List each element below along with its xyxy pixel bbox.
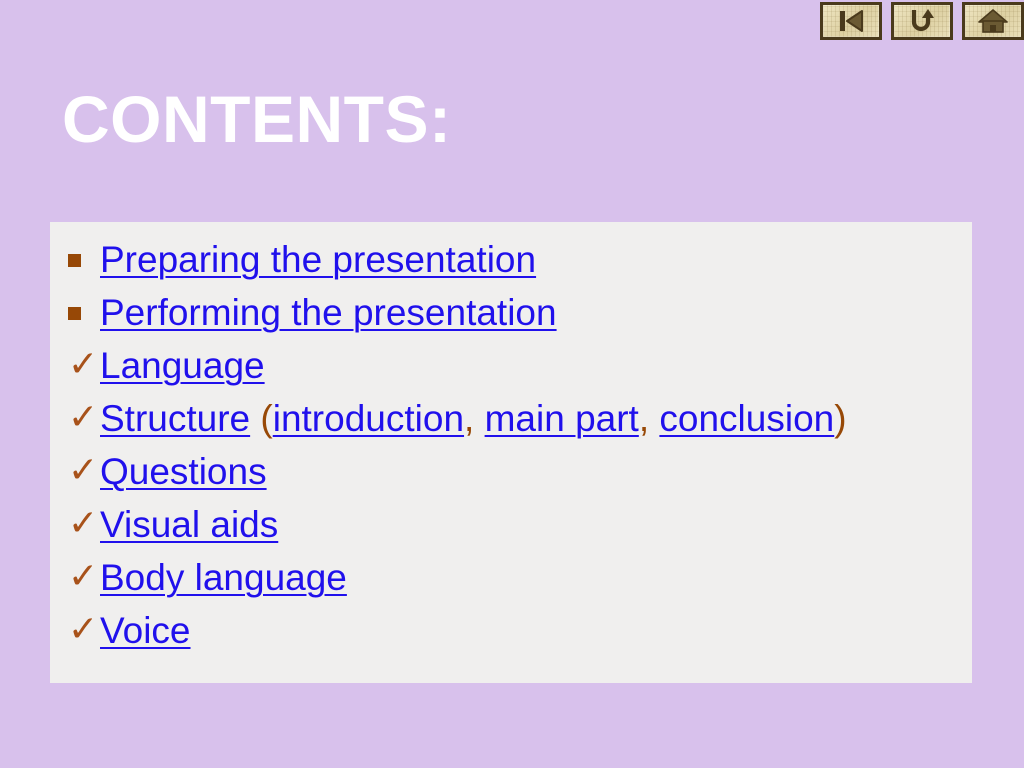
contents-list: Preparing the presentation Performing the… — [50, 236, 972, 660]
page-title: CONTENTS: — [62, 82, 452, 156]
u-turn-arrow-icon — [908, 8, 936, 34]
contents-link[interactable]: main part — [485, 398, 639, 439]
contents-link[interactable]: conclusion — [659, 398, 834, 439]
punctuation-text: , — [638, 398, 660, 439]
list-item-label: Structure (introduction, main part, conc… — [100, 395, 847, 443]
checkmark-glyph: ✓ — [68, 609, 99, 650]
checkmark-bullet-icon: ✓ — [64, 607, 100, 655]
checkmark-bullet-icon: ✓ — [64, 448, 100, 496]
checkmark-bullet-icon: ✓ — [64, 554, 100, 602]
checkmark-glyph: ✓ — [68, 344, 99, 385]
return-button[interactable] — [891, 2, 953, 40]
contents-panel: Preparing the presentation Performing the… — [50, 222, 972, 683]
contents-link[interactable]: Performing the presentation — [100, 292, 557, 333]
presentation-slide: CONTENTS: Preparing the presentation Perf… — [0, 0, 1024, 768]
checkmark-glyph: ✓ — [68, 503, 99, 544]
contents-link[interactable]: Body language — [100, 557, 347, 598]
checkmark-glyph: ✓ — [68, 450, 99, 491]
punctuation-text: ( — [250, 398, 273, 439]
contents-link[interactable]: introduction — [273, 398, 464, 439]
list-item[interactable]: Performing the presentation — [50, 289, 972, 342]
checkmark-bullet-icon: ✓ — [64, 342, 100, 390]
checkmark-glyph: ✓ — [68, 397, 99, 438]
list-item-label: Body language — [100, 554, 347, 602]
checkmark-bullet-icon: ✓ — [64, 395, 100, 443]
square-bullet-icon — [64, 289, 100, 337]
list-item-label: Visual aids — [100, 501, 278, 549]
punctuation-text: ) — [834, 398, 847, 439]
punctuation-text: , — [464, 398, 485, 439]
list-item[interactable]: ✓ Visual aids — [50, 501, 972, 554]
list-item[interactable]: ✓ Language — [50, 342, 972, 395]
checkmark-bullet-icon: ✓ — [64, 501, 100, 549]
contents-link[interactable]: Visual aids — [100, 504, 278, 545]
square-bullet-icon — [64, 236, 100, 284]
checkmark-glyph: ✓ — [68, 556, 99, 597]
list-item[interactable]: ✓ Structure (introduction, main part, con… — [50, 395, 972, 448]
contents-link[interactable]: Voice — [100, 610, 191, 651]
previous-slide-button[interactable] — [820, 2, 882, 40]
list-item-label: Language — [100, 342, 265, 390]
contents-link[interactable]: Preparing the presentation — [100, 239, 536, 280]
list-item[interactable]: ✓ Body language — [50, 554, 972, 607]
square-bullet-glyph — [68, 253, 81, 267]
home-icon — [978, 8, 1008, 34]
slide-navigation-bar — [820, 2, 1024, 40]
home-button[interactable] — [962, 2, 1024, 40]
list-item-label: Questions — [100, 448, 267, 496]
list-item[interactable]: ✓ Voice — [50, 607, 972, 660]
list-item[interactable]: ✓ Questions — [50, 448, 972, 501]
list-item-label: Performing the presentation — [100, 289, 557, 337]
skip-back-icon — [836, 9, 866, 33]
list-item-label: Voice — [100, 607, 191, 655]
list-item-label: Preparing the presentation — [100, 236, 536, 284]
list-item[interactable]: Preparing the presentation — [50, 236, 972, 289]
contents-link[interactable]: Questions — [100, 451, 267, 492]
contents-link[interactable]: Language — [100, 345, 265, 386]
square-bullet-glyph — [68, 306, 81, 320]
contents-link[interactable]: Structure — [100, 398, 250, 439]
